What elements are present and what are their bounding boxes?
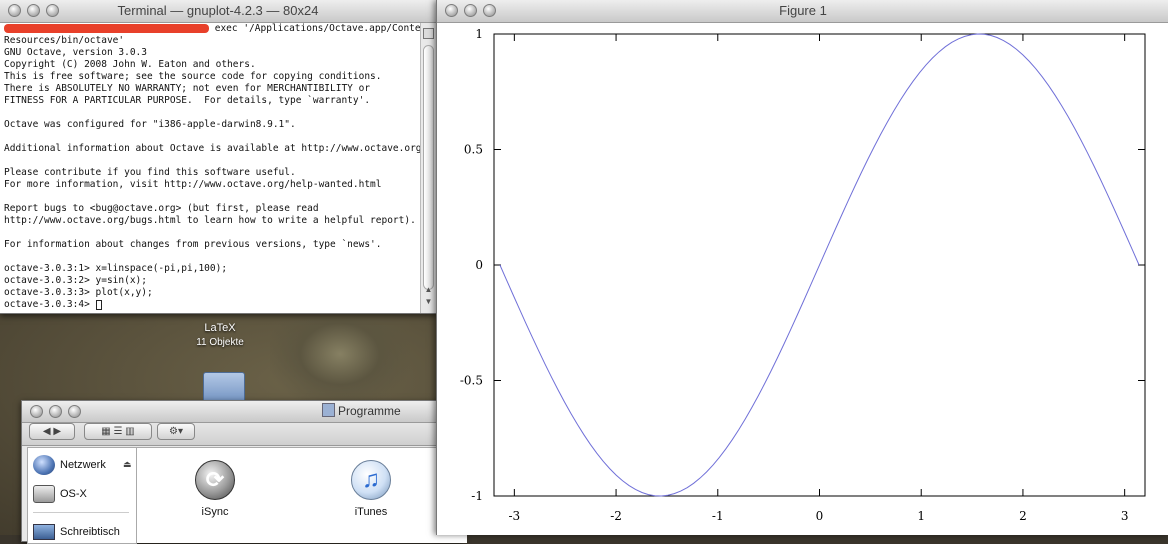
app-item-isync[interactable]: ⟳ iSync [175, 460, 255, 518]
terminal-line: exec '/Applications/Octave.app/Contents/ [4, 23, 420, 35]
finder-minimize-button[interactable] [49, 405, 62, 418]
sidebar-item-label: OS-X [60, 488, 87, 500]
terminal-line: This is free software; see the source co… [4, 71, 382, 82]
finder-title-text: Programme [338, 404, 401, 418]
terminal-line: Additional information about Octave is a… [4, 143, 420, 154]
sine-plot: -3 -2 -1 0 1 2 3 -1 -0.5 0 0.5 1 [460, 27, 1146, 523]
sidebar-item-label: Schreibtisch [60, 526, 120, 538]
figure-zoom-button[interactable] [483, 4, 496, 17]
x-tick-label: 1 [917, 509, 925, 523]
terminal-text: exec '/Applications/Octave.app/Contents/ [214, 23, 420, 34]
figure-title: Figure 1 [779, 3, 827, 18]
terminal-line: octave-3.0.3:1> x=linspace(-pi,pi,100); [4, 263, 228, 274]
terminal-titlebar[interactable]: Terminal — gnuplot-4.2.3 — 80x24 [0, 0, 436, 23]
terminal-line: For information about changes from previ… [4, 239, 382, 250]
y-tick-label: 0.5 [464, 143, 483, 157]
figure-window[interactable]: Figure 1 -3 -2 -1 0 1 2 3 -1 -0.5 0 0.5 1 [436, 0, 1168, 535]
figure-window-controls [445, 4, 496, 17]
terminal-scrollbar[interactable]: ▲ ▼ [420, 23, 436, 313]
finder-sidebar: Netzwerk ⏏ OS-X Schreibtisch [27, 447, 137, 544]
redacted-bar [4, 24, 209, 33]
terminal-line: GNU Octave, version 3.0.3 [4, 47, 147, 58]
x-tick-label: 2 [1019, 509, 1027, 523]
x-tick-label: -2 [610, 509, 622, 523]
finder-toolbar: ◀ ▶ ▦ ☰ ▥ ⚙▾ [22, 423, 462, 446]
terminal-line: Resources/bin/octave' [4, 35, 125, 46]
plot-canvas[interactable]: -3 -2 -1 0 1 2 3 -1 -0.5 0 0.5 1 [437, 23, 1168, 535]
terminal-output[interactable]: exec '/Applications/Octave.app/Contents/… [0, 23, 420, 313]
desktop-icon [33, 524, 55, 540]
terminal-line: octave-3.0.3:2> y=sin(x); [4, 275, 147, 286]
terminal-line: octave-3.0.3:3> plot(x,y); [4, 287, 153, 298]
itunes-icon: ♫ [351, 460, 391, 500]
finder-window[interactable]: Programme ◀ ▶ ▦ ☰ ▥ ⚙▾ Netzwerk ⏏ OS-X S… [21, 400, 467, 544]
split-pane-icon[interactable] [423, 28, 434, 39]
figure-titlebar[interactable]: Figure 1 [437, 0, 1168, 23]
terminal-line: Please contribute if you find this softw… [4, 167, 296, 178]
terminal-title: Terminal — gnuplot-4.2.3 — 80x24 [117, 3, 319, 18]
app-item-label: iSync [201, 506, 229, 518]
finder-zoom-button[interactable] [68, 405, 81, 418]
zoom-button[interactable] [46, 4, 59, 17]
folder-proxy-icon[interactable] [322, 403, 335, 417]
window-controls [8, 4, 59, 17]
x-tick-label: -1 [712, 509, 724, 523]
finder-content: ⟳ iSync ♫ iTunes [137, 447, 467, 543]
back-forward-button[interactable]: ◀ ▶ [29, 423, 75, 440]
finder-window-controls [30, 405, 81, 418]
minimize-button[interactable] [27, 4, 40, 17]
y-tick-label: -1 [471, 489, 483, 503]
eject-icon[interactable]: ⏏ [123, 459, 132, 470]
text-cursor [95, 299, 102, 310]
wallpaper-figure [270, 318, 410, 408]
x-tick-label: -3 [508, 509, 520, 523]
app-item-label: iTunes [354, 506, 388, 518]
desktop-folder-name: LaTeX [204, 322, 236, 334]
terminal-line: FITNESS FOR A PARTICULAR PURPOSE. For de… [4, 95, 371, 106]
app-item-itunes[interactable]: ♫ iTunes [331, 460, 411, 518]
terminal-line: Octave was configured for "i386-apple-da… [4, 119, 296, 130]
terminal-prompt: octave-3.0.3:4> [4, 299, 96, 310]
y-tick-label: 0 [475, 258, 483, 272]
hard-disk-icon [33, 485, 55, 503]
sidebar-item-os-x[interactable]: OS-X [33, 482, 87, 506]
desktop-folder-count: 11 Objekte [196, 337, 244, 348]
y-tick-label: -0.5 [460, 374, 483, 388]
y-tick-label: 1 [475, 27, 483, 41]
close-button[interactable] [8, 4, 21, 17]
view-mode-buttons[interactable]: ▦ ☰ ▥ [84, 423, 152, 440]
action-gear-button[interactable]: ⚙▾ [157, 423, 195, 440]
isync-icon: ⟳ [195, 460, 235, 500]
x-tick-label: 3 [1121, 509, 1129, 523]
series-line-sin [499, 33, 1140, 497]
finder-titlebar[interactable]: Programme [22, 401, 462, 423]
terminal-window[interactable]: Terminal — gnuplot-4.2.3 — 80x24 exec '/… [0, 0, 437, 314]
terminal-line: Report bugs to <bug@octave.org> (but fir… [4, 203, 319, 214]
scroll-down-arrow-icon[interactable]: ▼ [423, 297, 434, 307]
terminal-line: http://www.octave.org/bugs.html to learn… [4, 215, 416, 226]
figure-minimize-button[interactable] [464, 4, 477, 17]
desktop-folder[interactable]: LaTeX 11 Objekte [190, 322, 250, 348]
sidebar-divider [33, 512, 129, 513]
sidebar-item-netzwerk[interactable]: Netzwerk ⏏ [33, 453, 132, 477]
finder-title: Programme [322, 401, 401, 422]
x-tick-label: 0 [816, 509, 824, 523]
terminal-line: Copyright (C) 2008 John W. Eaton and oth… [4, 59, 256, 70]
scrollbar-thumb[interactable] [423, 45, 434, 290]
figure-close-button[interactable] [445, 4, 458, 17]
terminal-prompt-line[interactable]: octave-3.0.3:4> [4, 299, 420, 311]
finder-close-button[interactable] [30, 405, 43, 418]
scroll-up-arrow-icon[interactable]: ▲ [423, 285, 434, 295]
terminal-line: For more information, visit http://www.o… [4, 179, 382, 190]
sidebar-item-schreibtisch[interactable]: Schreibtisch [33, 520, 120, 544]
sidebar-item-label: Netzwerk [60, 459, 106, 471]
network-globe-icon [33, 455, 55, 475]
terminal-line: There is ABSOLUTELY NO WARRANTY; not eve… [4, 83, 371, 94]
